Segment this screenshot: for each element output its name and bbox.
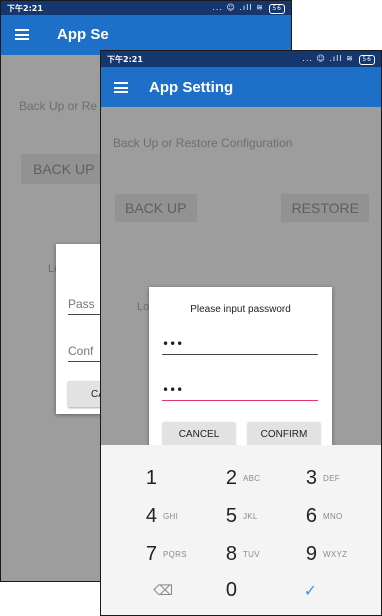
password-field[interactable]: ••• — [162, 337, 318, 355]
page-title: App Se — [57, 26, 109, 43]
key-digit: 7 — [145, 543, 157, 565]
done-key[interactable]: ✓ — [261, 575, 355, 605]
key-digit: 4 — [145, 505, 157, 527]
confirm-password-value: ••• — [162, 383, 184, 397]
restore-button[interactable]: RESTORE — [281, 194, 369, 222]
menu-icon[interactable] — [15, 29, 29, 40]
key-letters: JKL — [243, 512, 258, 521]
key-digit: 9 — [305, 543, 317, 565]
cancel-button-label: CANCEL — [178, 429, 220, 440]
foreground-screenshot: 下午2:21 ... ☺ .ıll ≋ 56 App Setting Back … — [100, 50, 382, 616]
password-value: ••• — [162, 337, 184, 351]
page-title: App Setting — [149, 79, 234, 96]
key-digit: 8 — [225, 543, 237, 565]
status-time: 下午2:21 — [107, 55, 143, 64]
password-placeholder: Pass — [68, 297, 95, 311]
key-letters: GHI — [163, 512, 179, 521]
battery-icon: 56 — [269, 4, 285, 14]
menu-icon[interactable] — [114, 82, 128, 93]
status-icons: ... ☺ .ıll ≋ 56 — [212, 3, 285, 14]
key-letters: WXYZ — [323, 550, 348, 559]
status-bar: 下午2:21 ... ☺ .ıll ≋ 56 — [101, 51, 381, 67]
confirm-password-field[interactable]: ••• — [162, 383, 318, 401]
key-letters: MNO — [323, 512, 343, 521]
backup-button-label: BACK UP — [125, 200, 187, 216]
status-time: 下午2:21 — [7, 4, 43, 13]
status-bar: 下午2:21 ... ☺ .ıll ≋ 56 — [1, 1, 291, 15]
key-digit: 2 — [225, 467, 237, 489]
confirm-placeholder: Conf — [68, 344, 94, 358]
key-digit: 0 — [225, 579, 237, 601]
key-letters: DEF — [323, 474, 340, 483]
key-digit: 1 — [145, 467, 157, 489]
backup-button[interactable]: BACK UP — [115, 194, 197, 222]
section-label: Back Up or Restore Configuration — [113, 136, 293, 150]
backup-button[interactable]: BACK UP — [21, 154, 109, 184]
battery-icon: 56 — [359, 55, 375, 65]
numeric-keypad: 1 2 ABC 3 DEF 4 GHI 5 JKL 6 MNO 7 PQRS 8… — [101, 445, 381, 615]
backspace-icon: ⌫ — [153, 582, 173, 598]
app-bar: App Setting — [101, 67, 381, 107]
password-dialog: Please input password ••• ••• CANCEL CON… — [149, 287, 332, 453]
section-label: Back Up or Re — [19, 99, 98, 113]
login-label: Lo — [137, 301, 150, 313]
confirm-button-label: CONFIRM — [260, 429, 308, 440]
cancel-button[interactable]: CANCEL — [163, 422, 235, 447]
restore-button-label: RESTORE — [291, 200, 359, 216]
app-bar: App Se — [1, 15, 291, 55]
signal-wifi-icons: ... ☺ .ıll ≋ — [212, 3, 264, 12]
key-3[interactable]: 3 DEF — [261, 463, 355, 493]
key-letters: TUV — [243, 550, 260, 559]
confirm-button[interactable]: CONFIRM — [248, 422, 320, 447]
key-9[interactable]: 9 WXYZ — [261, 539, 355, 569]
key-digit: 3 — [305, 467, 317, 489]
key-digit: 5 — [225, 505, 237, 527]
backup-button-label: BACK UP — [33, 161, 95, 177]
checkmark-icon: ✓ — [303, 583, 317, 600]
signal-wifi-icons: ... ☺ .ıll ≋ — [302, 54, 354, 63]
key-6[interactable]: 6 MNO — [261, 501, 355, 531]
status-icons: ... ☺ .ıll ≋ 56 — [302, 54, 375, 65]
key-digit: 6 — [305, 505, 317, 527]
dialog-title: Please input password — [190, 304, 291, 315]
key-letters: ABC — [243, 474, 261, 483]
